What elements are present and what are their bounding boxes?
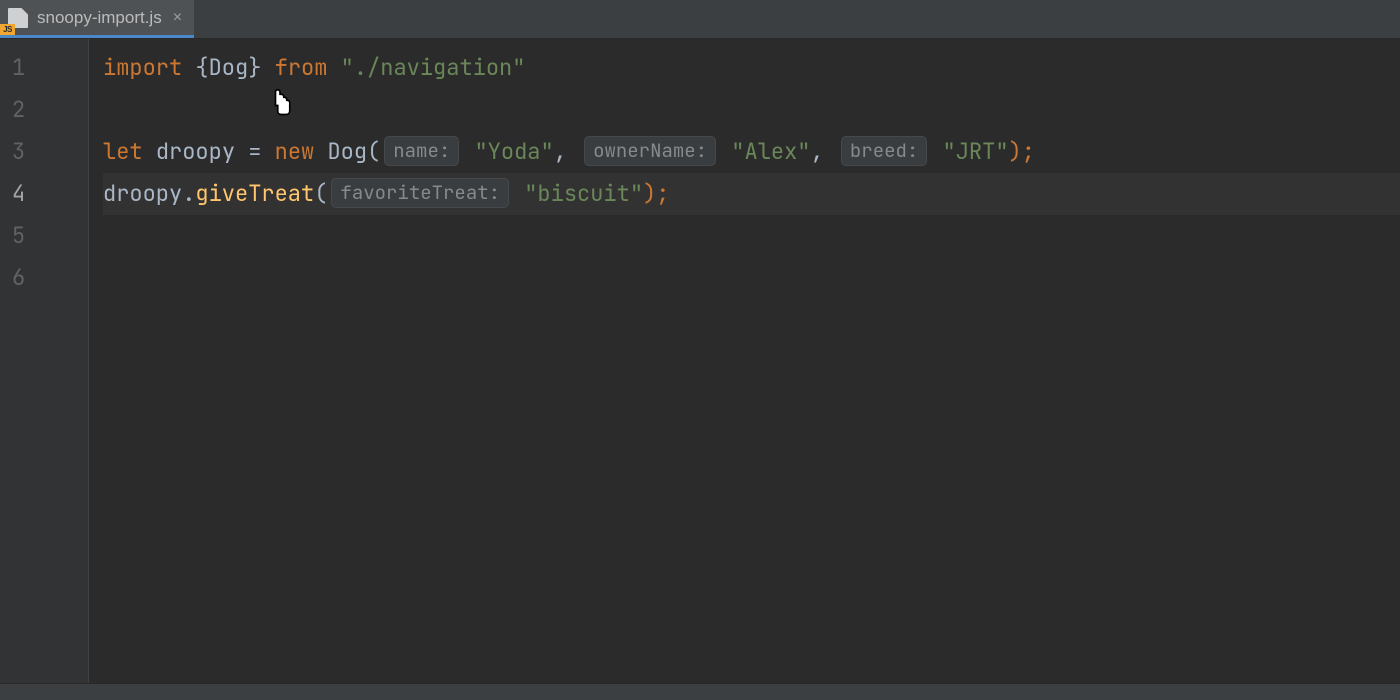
inlay-hint-name: name: bbox=[384, 136, 459, 166]
brace-open: { bbox=[182, 53, 208, 82]
status-bar bbox=[0, 683, 1400, 700]
code-line[interactable] bbox=[103, 89, 1400, 131]
space bbox=[143, 137, 156, 166]
keyword-new: new bbox=[275, 137, 315, 166]
identifier-class: Dog bbox=[327, 137, 367, 166]
paren-close-semi: ); bbox=[1009, 137, 1035, 166]
method-call: giveTreat bbox=[195, 179, 314, 208]
paren-close-semi: ); bbox=[643, 179, 669, 208]
line-number: 2 bbox=[0, 89, 88, 131]
line-number: 5 bbox=[0, 215, 88, 257]
paren-open: ( bbox=[367, 137, 380, 166]
line-number-gutter: 1 2 3 4 5 6 bbox=[0, 39, 88, 683]
code-line[interactable] bbox=[103, 215, 1400, 257]
tab-snoopy-import[interactable]: JS snoopy-import.js × bbox=[0, 0, 194, 38]
keyword-let: let bbox=[103, 137, 143, 166]
tab-filename: snoopy-import.js bbox=[37, 8, 162, 28]
string-module-path: "./navigation" bbox=[341, 53, 526, 82]
inlay-hint-treat: favoriteTreat: bbox=[331, 178, 509, 208]
string-literal: "JRT" bbox=[929, 137, 1008, 166]
string-literal: "Yoda" bbox=[461, 137, 553, 166]
keyword-from: from bbox=[275, 53, 328, 82]
inlay-hint-breed: breed: bbox=[841, 136, 927, 166]
inlay-hint-owner: ownerName: bbox=[584, 136, 716, 166]
close-icon[interactable]: × bbox=[171, 8, 184, 28]
code-line[interactable]: droopy.giveTreat(favoriteTreat: "biscuit… bbox=[103, 173, 1400, 215]
string-literal: "Alex" bbox=[718, 137, 810, 166]
line-number: 4 bbox=[0, 173, 88, 215]
identifier-variable: droopy bbox=[103, 179, 182, 208]
operator-equals: = bbox=[235, 137, 275, 166]
javascript-file-icon: JS bbox=[8, 8, 28, 28]
string-literal: "biscuit" bbox=[511, 179, 643, 208]
identifier-variable: droopy bbox=[156, 137, 235, 166]
comma: , bbox=[811, 137, 837, 166]
line-number: 3 bbox=[0, 131, 88, 173]
identifier-class: Dog bbox=[209, 53, 249, 82]
space bbox=[327, 53, 340, 82]
keyword-import: import bbox=[103, 53, 182, 82]
code-line[interactable]: import {Dog} from "./navigation" bbox=[103, 47, 1400, 89]
space bbox=[314, 137, 327, 166]
line-number: 6 bbox=[0, 257, 88, 299]
code-line[interactable]: let droopy = new Dog(name: "Yoda", owner… bbox=[103, 131, 1400, 173]
dot: . bbox=[182, 179, 195, 208]
code-area[interactable]: import {Dog} from "./navigation" let dro… bbox=[88, 39, 1400, 683]
line-number: 1 bbox=[0, 47, 88, 89]
code-line[interactable] bbox=[103, 257, 1400, 299]
code-editor[interactable]: 1 2 3 4 5 6 import {Dog} from "./navigat… bbox=[0, 39, 1400, 683]
brace-close: } bbox=[248, 53, 274, 82]
paren-open: ( bbox=[314, 179, 327, 208]
comma: , bbox=[554, 137, 580, 166]
editor-tab-bar: JS snoopy-import.js × bbox=[0, 0, 1400, 39]
